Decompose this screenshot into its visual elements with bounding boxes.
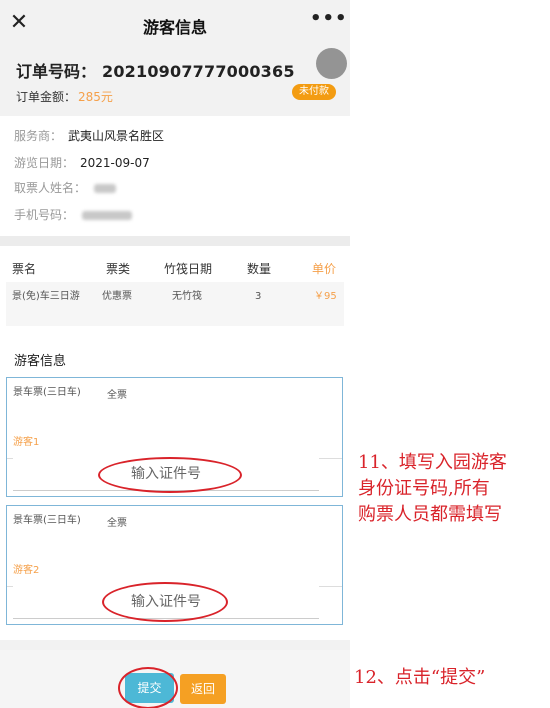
blurred-name bbox=[94, 184, 117, 193]
ticket-holder-label: 取票人姓名： bbox=[14, 181, 87, 195]
phone-screen: ✕ 游客信息 ••• 订单号码： 20210907777000365 订单金额： 2… bbox=[0, 0, 350, 708]
nav-bar: ✕ 游客信息 ••• bbox=[0, 0, 350, 48]
header-ticket-name: 票名 bbox=[12, 262, 37, 276]
order-number-label: 订单号码： bbox=[16, 62, 97, 81]
status-badge: 未付款 bbox=[292, 84, 336, 100]
cell-raft-date: 无竹筏 bbox=[172, 291, 202, 302]
visitor-label: 游客2 bbox=[13, 565, 40, 576]
order-amount-value: 285元 bbox=[78, 90, 113, 104]
provider-row: 服务商： 武夷山风景名胜区 bbox=[14, 126, 164, 146]
page-title: 游客信息 bbox=[142, 18, 207, 37]
phone-row: 手机号码： bbox=[14, 205, 133, 225]
order-number-value: 20210907777000365 bbox=[102, 62, 295, 81]
visitor-section-title: 游客信息 bbox=[14, 354, 67, 369]
visit-date-value: 2021-09-07 bbox=[80, 156, 150, 170]
order-number: 订单号码： 20210907777000365 bbox=[16, 58, 295, 82]
more-icon[interactable]: ••• bbox=[310, 8, 347, 34]
visit-date-label: 游览日期： bbox=[14, 156, 75, 170]
submit-button[interactable]: 提交 bbox=[125, 673, 174, 703]
visit-date-row: 游览日期： 2021-09-07 bbox=[14, 153, 150, 173]
back-button[interactable]: 返回 bbox=[180, 674, 226, 704]
cell-ticket-type: 优惠票 bbox=[102, 291, 132, 302]
annotation-step-12: 12、点击“提交” bbox=[354, 667, 486, 688]
header-quantity: 数量 bbox=[247, 262, 272, 276]
header-unit-price: 单价 bbox=[312, 262, 337, 276]
header-raft-date: 竹筏日期 bbox=[164, 262, 213, 276]
ticket-holder-row: 取票人姓名： bbox=[14, 178, 117, 198]
blurred-phone bbox=[82, 211, 133, 220]
visitor-card-1: 景车票(三日车) 全票 游客1 bbox=[6, 377, 343, 497]
phone-label: 手机号码： bbox=[14, 208, 75, 222]
action-bar: 提交 返回 bbox=[0, 650, 350, 708]
id-number-input-2[interactable] bbox=[13, 586, 319, 619]
order-amount: 订单金额： 285元 bbox=[16, 88, 113, 105]
ticket-card: 票名 票类 竹筏日期 数量 单价 景(免)车三日游 优惠票 无竹筏 3 ￥95 … bbox=[0, 246, 350, 640]
cell-ticket-name: 景(免)车三日游 bbox=[12, 291, 80, 302]
visitor-ticket-kind: 全票 bbox=[107, 518, 127, 529]
provider-value: 武夷山风景名胜区 bbox=[68, 129, 165, 143]
table-row: 景(免)车三日游 优惠票 无竹筏 3 ￥95 bbox=[6, 282, 344, 326]
annotation-line: 11、填写入园游客 bbox=[358, 452, 507, 473]
id-number-input-1[interactable] bbox=[13, 458, 319, 491]
cell-quantity: 3 bbox=[255, 291, 262, 302]
annotation-line: 身份证号码,所有 bbox=[358, 478, 490, 499]
annotation-line: 购票人员都需填写 bbox=[358, 504, 502, 525]
visitor-ticket-name: 景车票(三日车) bbox=[13, 515, 81, 526]
visitor-ticket-kind: 全票 bbox=[107, 390, 127, 401]
order-amount-label: 订单金额： bbox=[16, 90, 77, 104]
floating-avatar[interactable] bbox=[316, 48, 347, 79]
visitor-ticket-name: 景车票(三日车) bbox=[13, 387, 81, 398]
header-ticket-type: 票类 bbox=[106, 262, 131, 276]
order-info-card: 服务商： 武夷山风景名胜区 游览日期： 2021-09-07 取票人姓名： 手机号码… bbox=[0, 116, 350, 236]
annotation-step-11: 11、填写入园游客 身份证号码,所有 购票人员都需填写 bbox=[358, 450, 507, 528]
visitor-card-2: 景车票(三日车) 全票 游客2 bbox=[6, 505, 343, 625]
provider-label: 服务商： bbox=[14, 129, 63, 143]
section-divider bbox=[0, 236, 350, 246]
order-summary: 订单号码： 20210907777000365 订单金额： 285元 未付款 bbox=[0, 48, 350, 116]
visitor-label: 游客1 bbox=[13, 437, 40, 448]
cell-unit-price: ￥95 bbox=[314, 291, 337, 302]
